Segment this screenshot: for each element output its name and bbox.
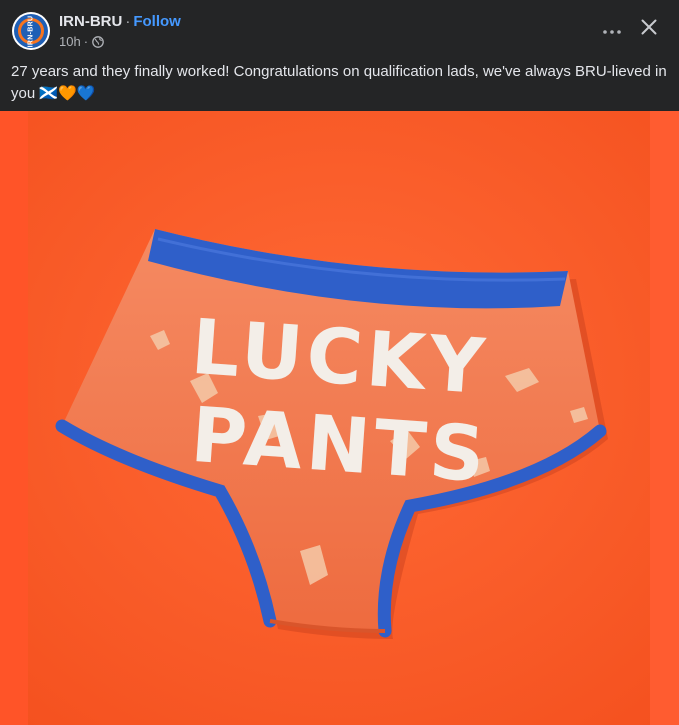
more-icon: [603, 21, 621, 39]
avatar-ring: IRN-BRU: [18, 15, 44, 47]
post-meta: 10h ·: [59, 34, 104, 49]
photo-left-edge: [0, 111, 28, 725]
post-photo[interactable]: LUCKY PANTS: [0, 111, 679, 725]
follow-button[interactable]: Follow: [133, 13, 181, 30]
globe-icon[interactable]: [92, 35, 104, 48]
separator-dot: ·: [125, 13, 131, 30]
post-time-link[interactable]: 10h: [59, 34, 81, 49]
page-name-link[interactable]: IRN-BRU: [59, 13, 122, 30]
more-options-button[interactable]: [600, 18, 624, 42]
pants-print: LUCKY PANTS: [188, 302, 491, 500]
avatar-logo: IRN-BRU: [14, 14, 48, 48]
page-avatar[interactable]: IRN-BRU: [12, 12, 50, 50]
post-header: IRN-BRU IRN-BRU · Follow 10h ·: [0, 0, 679, 58]
post-caption: 27 years and they finally worked! Congra…: [11, 63, 667, 102]
name-row: IRN-BRU · Follow: [59, 13, 181, 30]
avatar-logo-text: IRN-BRU: [27, 15, 35, 47]
close-icon: [641, 19, 657, 40]
close-button[interactable]: [636, 16, 662, 42]
photo-right-edge: [650, 111, 679, 725]
meta-separator: ·: [83, 34, 89, 49]
